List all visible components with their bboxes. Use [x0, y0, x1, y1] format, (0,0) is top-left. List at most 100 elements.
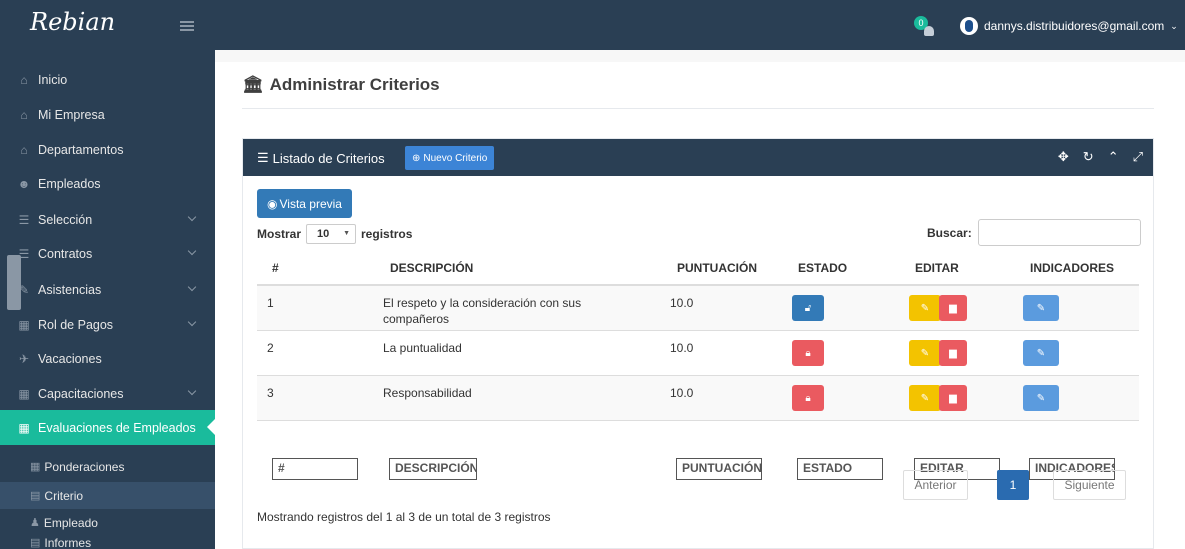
- page-title-text: Administrar Criterios: [269, 75, 440, 94]
- table-row: 1 El respeto y la consideración con sus c…: [257, 286, 1139, 331]
- row-score: 10.0: [670, 386, 694, 400]
- institution-icon: 🏛: [242, 75, 264, 94]
- sidebar-subitem-criterio[interactable]: ▤ Criterio: [0, 482, 215, 509]
- preview-button[interactable]: ◉ Vista previa: [257, 189, 352, 218]
- column-header[interactable]: ESTADO: [798, 261, 847, 275]
- delete-button[interactable]: ▆: [939, 385, 967, 411]
- indicators-button[interactable]: ✎: [1023, 340, 1059, 366]
- sidebar-item-evaluaciones[interactable]: ▦ Evaluaciones de Empleados: [0, 410, 215, 445]
- menu-toggle-icon[interactable]: [180, 21, 194, 31]
- column-header[interactable]: #: [272, 261, 279, 275]
- delete-button[interactable]: ▆: [939, 295, 967, 321]
- sidebar-item-rol-de-pagos[interactable]: ▦ Rol de Pagos: [0, 307, 215, 342]
- page-length-control: Mostrar 10 registros: [257, 224, 412, 244]
- edit-button[interactable]: ✎: [909, 340, 941, 366]
- panel-title: ☰ Listado de Criterios: [257, 150, 385, 166]
- brand-logo[interactable]: Rebian: [30, 8, 115, 36]
- preview-label: Vista previa: [279, 196, 342, 211]
- search-control: Buscar:: [927, 219, 1141, 246]
- institution-icon: ⌂: [20, 107, 28, 122]
- user-icon: [924, 26, 934, 36]
- sidebar-item-contratos[interactable]: ☰ Contratos: [0, 236, 215, 271]
- row-description: El respeto y la consideración con sus com…: [383, 295, 613, 327]
- sidebar-subitem-empleado[interactable]: ♟ Empleado: [0, 509, 215, 536]
- fullscreen-icon[interactable]: ⤢: [1133, 149, 1143, 165]
- page-length-select[interactable]: 10: [306, 224, 357, 244]
- collapse-icon[interactable]: ⌃: [1108, 149, 1119, 165]
- row-number: 2: [267, 341, 274, 355]
- column-header[interactable]: DESCRIPCIÓN: [390, 261, 473, 275]
- refresh-icon[interactable]: ↻: [1083, 149, 1094, 165]
- indicators-button[interactable]: ✎: [1023, 385, 1059, 411]
- notifications-button[interactable]: 0: [912, 16, 936, 38]
- trash-icon: ▆: [949, 392, 957, 404]
- unlock-button[interactable]: 🔓︎: [792, 295, 824, 321]
- description-line: compañeros: [383, 312, 450, 326]
- sidebar-item-asistencias[interactable]: ✎ Asistencias: [0, 272, 215, 307]
- search-input[interactable]: [977, 219, 1141, 246]
- panel-tools: ✥ ↻ ⌃ ⤢: [1058, 149, 1143, 165]
- edit-button[interactable]: ✎: [909, 295, 941, 321]
- column-header[interactable]: INDICADORES: [1030, 261, 1114, 275]
- lock-button[interactable]: 🔒︎: [792, 385, 824, 411]
- sidebar-subitem-ponderaciones[interactable]: ▦ Ponderaciones: [0, 453, 215, 480]
- table-icon: ▦: [30, 461, 41, 473]
- lock-button[interactable]: 🔒︎: [792, 340, 824, 366]
- pagination-previous[interactable]: Anterior: [903, 470, 968, 500]
- table-icon: ▦: [18, 420, 30, 435]
- sidebar-subitem-label: Empleado: [43, 515, 98, 530]
- pencil-icon: ✎: [920, 392, 930, 404]
- file-icon: ▤: [30, 537, 41, 549]
- row-number: 1: [267, 296, 274, 310]
- edit-button[interactable]: ✎: [909, 385, 941, 411]
- indicators-button[interactable]: ✎: [1023, 295, 1059, 321]
- brand-area: Rebian: [0, 0, 215, 50]
- filter-input-score[interactable]: PUNTUACIÓN: [676, 458, 762, 480]
- plus-circle-icon: ⊕: [412, 152, 421, 164]
- sidebar-subitem-informes[interactable]: ▤ Informes: [0, 536, 215, 549]
- new-criterion-button[interactable]: ⊕ Nuevo Criterio: [405, 146, 495, 170]
- panel-header: ☰ Listado de Criterios ⊕ Nuevo Criterio …: [243, 139, 1153, 176]
- edit-square-icon: ✎: [1036, 347, 1046, 359]
- sidebar-item-vacaciones[interactable]: ✈ Vacaciones: [0, 341, 215, 376]
- chevron-down-icon: [187, 282, 197, 292]
- table-icon: ▦: [18, 317, 30, 332]
- move-icon[interactable]: ✥: [1058, 149, 1069, 165]
- page-body: 🏛 Administrar Criterios ☰ Listado de Cri…: [215, 62, 1185, 549]
- column-header[interactable]: PUNTUACIÓN: [677, 261, 757, 275]
- filter-input-number[interactable]: #: [272, 458, 358, 480]
- column-header[interactable]: EDITAR: [915, 261, 959, 275]
- table-row: 3 Responsabilidad 10.0 🔒︎ ✎ ▆ ✎: [257, 376, 1139, 421]
- lock-icon: 🔒︎: [805, 392, 811, 404]
- chevron-down-icon: [187, 317, 197, 327]
- pagination-next[interactable]: Siguiente: [1053, 470, 1126, 500]
- sidebar-subitem-label: Ponderaciones: [44, 459, 125, 474]
- chevron-down-icon: [187, 386, 197, 396]
- table-icon: ▦: [18, 386, 30, 401]
- delete-button[interactable]: ▆: [939, 340, 967, 366]
- sidebar-item-seleccion[interactable]: ☰ Selección: [0, 202, 215, 237]
- sidebar-item-capacitaciones[interactable]: ▦ Capacitaciones: [0, 376, 215, 411]
- sidebar-item-label: Selección: [38, 212, 93, 227]
- sidebar-item-inicio[interactable]: ⌂ Inicio: [0, 62, 215, 97]
- chevron-down-icon: [187, 212, 197, 222]
- search-label: Buscar:: [927, 225, 972, 240]
- filter-input-description[interactable]: DESCRIPCIÓN: [389, 458, 477, 480]
- sidebar-item-departamentos[interactable]: ⌂ Departamentos: [0, 132, 215, 167]
- row-score: 10.0: [670, 341, 694, 355]
- filter-input-estado[interactable]: ESTADO: [797, 458, 883, 480]
- list-icon: ☰: [18, 212, 30, 227]
- sidebar-item-mi-empresa[interactable]: ⌂ Mi Empresa: [0, 97, 215, 132]
- trash-icon: ▆: [949, 302, 957, 314]
- description-line: El respeto y la consideración con sus: [383, 296, 582, 310]
- table-row: 2 La puntualidad 10.0 🔒︎ ✎ ▆ ✎: [257, 331, 1139, 376]
- user-menu[interactable]: dannys.distribuidores@gmail.com ⌄: [960, 16, 1178, 36]
- file-icon: ▤: [30, 490, 41, 502]
- pagination-page-1[interactable]: 1: [997, 470, 1029, 500]
- eye-icon: ◉: [267, 196, 278, 211]
- sidebar-item-empleados[interactable]: ☻ Empleados: [0, 166, 215, 201]
- table-info: Mostrando registros del 1 al 3 de un tot…: [257, 510, 551, 524]
- side-drawer-handle[interactable]: [7, 255, 21, 310]
- sidebar-item-label: Empleados: [38, 176, 101, 191]
- pencil-icon: ✎: [920, 347, 930, 359]
